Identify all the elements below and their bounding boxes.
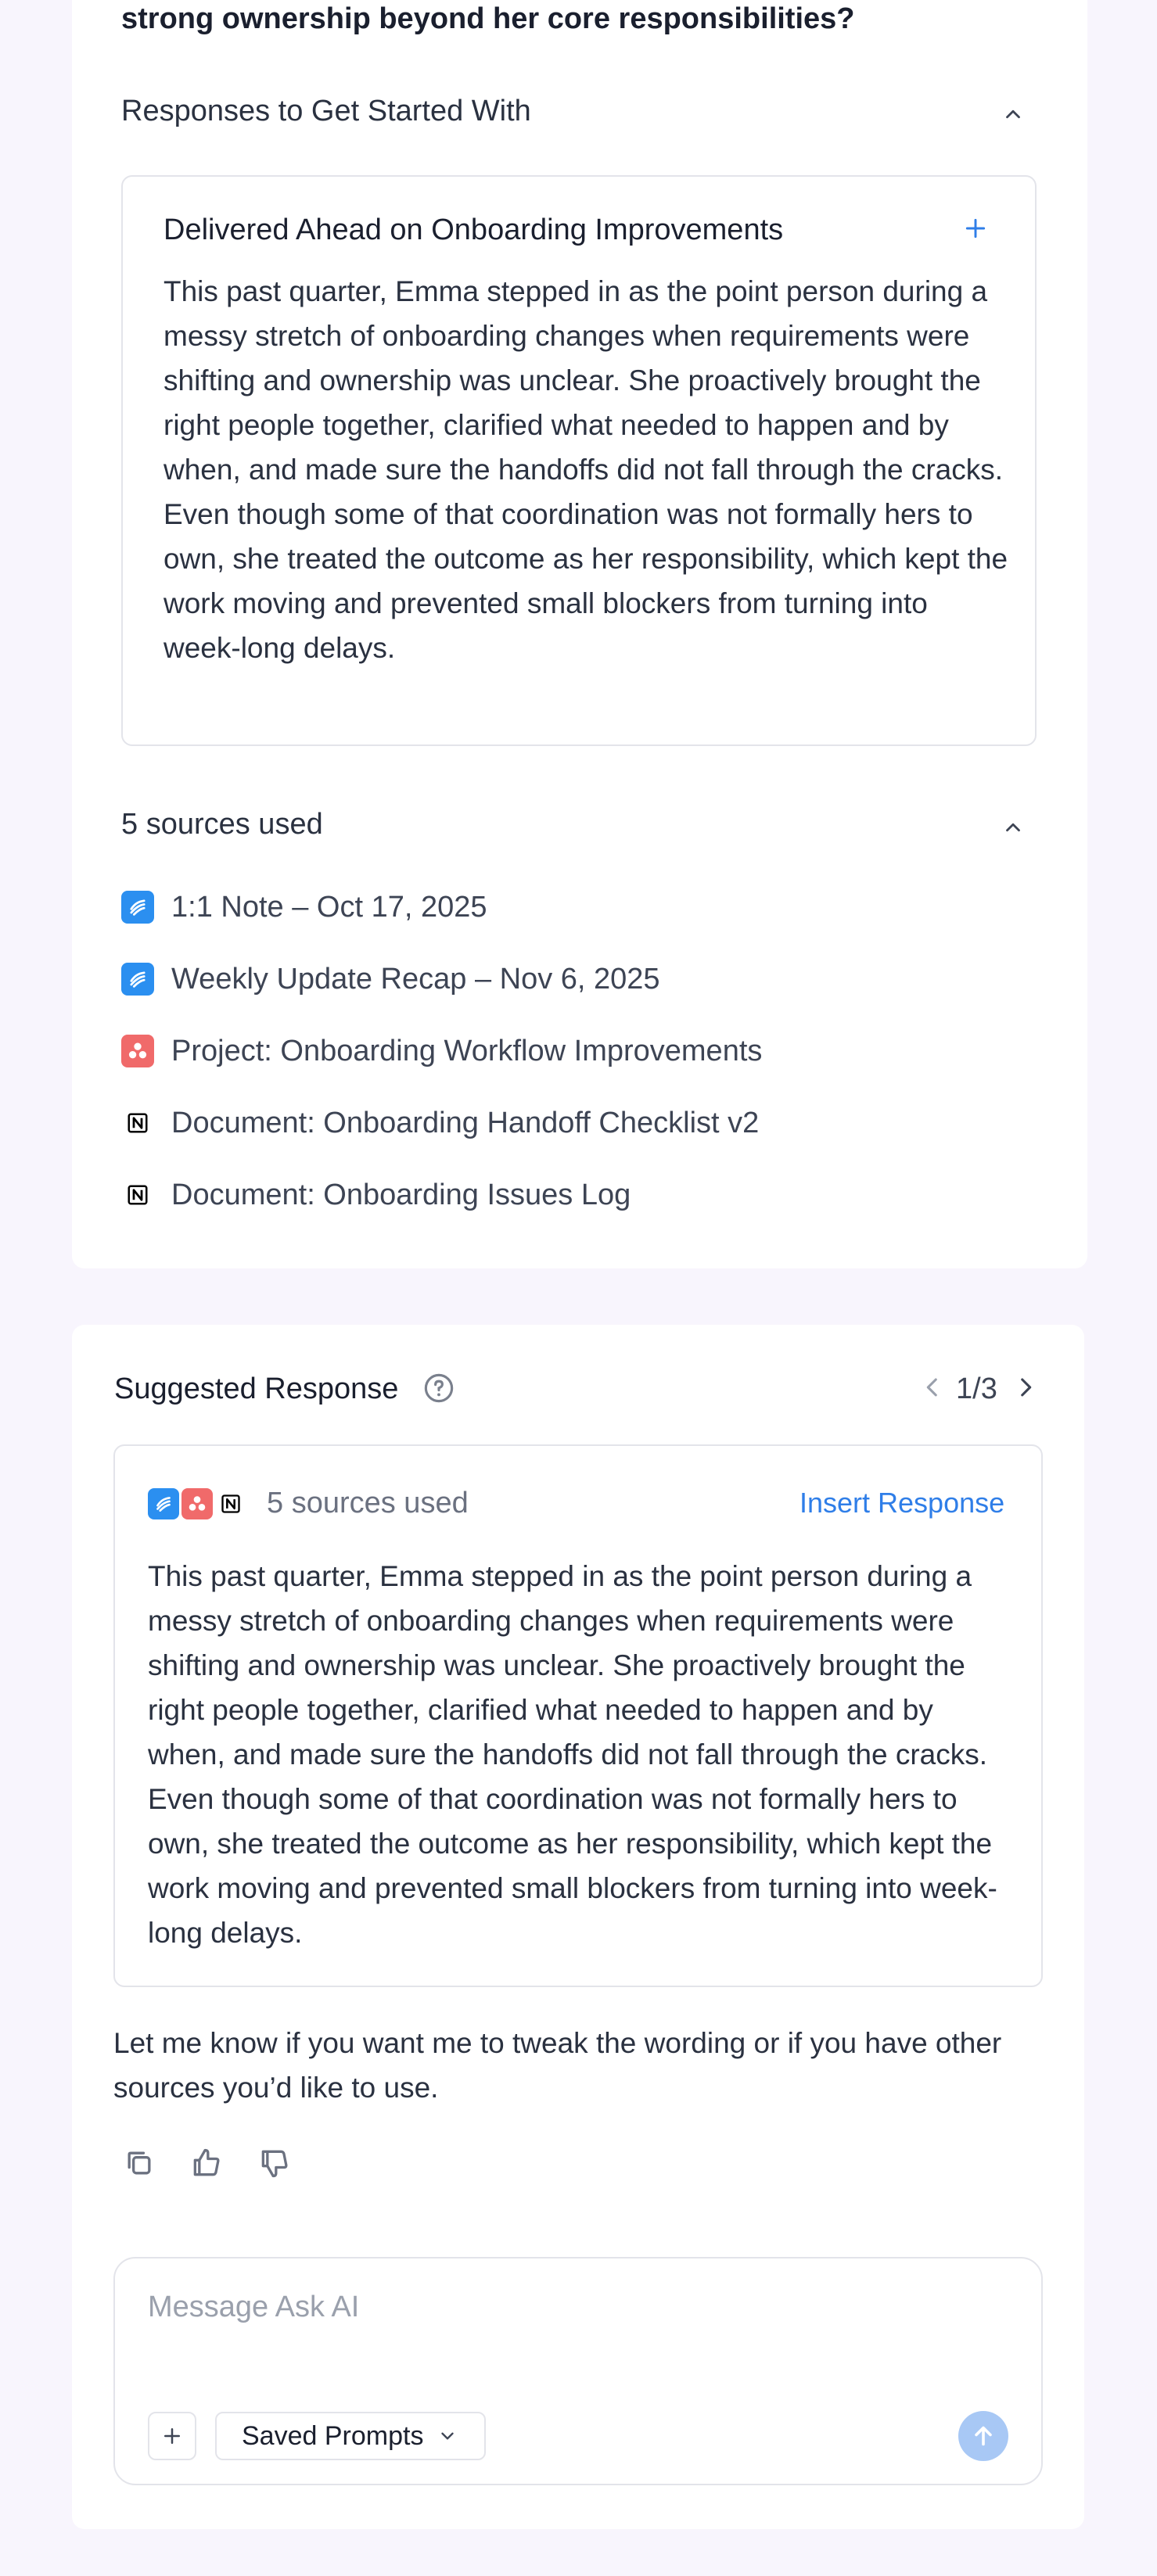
arrow-up-icon (975, 2426, 992, 2446)
chevron-up-icon[interactable] (1001, 816, 1025, 839)
source-label: Weekly Update Recap – Nov 6, 2025 (171, 962, 660, 996)
pager-indicator: 1/3 (956, 1372, 997, 1405)
lattice-icon (148, 1488, 179, 1519)
notion-icon (121, 1107, 154, 1139)
send-button[interactable] (958, 2411, 1008, 2461)
chevron-up-icon[interactable] (1001, 102, 1025, 126)
insert-response-button[interactable]: Insert Response (799, 1484, 1004, 1522)
source-label: Document: Onboarding Issues Log (171, 1178, 631, 1211)
lattice-icon (121, 891, 154, 924)
source-item[interactable]: Document: Onboarding Handoff Checklist v… (121, 1104, 759, 1142)
source-item[interactable]: Project: Onboarding Workflow Improvement… (121, 1032, 762, 1070)
message-input[interactable] (148, 2287, 930, 2327)
suggested-response-body: This past quarter, Emma stepped in as th… (148, 1560, 997, 1949)
followup-message: Let me know if you want me to tweak the … (113, 2027, 1002, 2104)
plus-icon (965, 218, 986, 239)
response-body: This past quarter, Emma stepped in as th… (163, 275, 1008, 664)
notion-icon (121, 1179, 154, 1211)
source-label: Document: Onboarding Handoff Checklist v… (171, 1106, 760, 1139)
lattice-icon (121, 963, 154, 996)
source-icons[interactable] (148, 1487, 249, 1521)
add-response-button[interactable] (958, 211, 993, 246)
saved-prompts-label: Saved Prompts (242, 2420, 424, 2451)
saved-prompts-dropdown[interactable]: Saved Prompts (215, 2412, 486, 2460)
attach-button[interactable] (148, 2412, 196, 2460)
chevron-right-icon[interactable] (1012, 1374, 1039, 1401)
source-label: Project: Onboarding Workflow Improvement… (171, 1034, 763, 1067)
source-label: 1:1 Note – Oct 17, 2025 (171, 890, 487, 924)
suggested-response-title: Suggested Response (114, 1372, 399, 1405)
plus-icon (164, 2428, 180, 2444)
chevron-left-icon[interactable] (919, 1374, 946, 1401)
response-title: Delivered Ahead on Onboarding Improvemen… (163, 213, 784, 246)
question-text: strong ownership beyond her core respons… (121, 2, 855, 35)
sources-count[interactable]: 5 sources used (267, 1484, 469, 1522)
chevron-down-icon (441, 2432, 455, 2440)
source-item[interactable]: Weekly Update Recap – Nov 6, 2025 (121, 960, 660, 998)
notion-icon (215, 1488, 246, 1519)
sources-section-title: 5 sources used (121, 808, 323, 841)
copy-icon[interactable] (122, 2146, 156, 2180)
asana-icon (181, 1488, 213, 1519)
source-item[interactable]: 1:1 Note – Oct 17, 2025 (121, 888, 487, 926)
thumbs-down-icon[interactable] (257, 2146, 292, 2180)
help-icon[interactable] (422, 1372, 455, 1405)
responses-section-title: Responses to Get Started With (121, 95, 531, 127)
source-item[interactable]: Document: Onboarding Issues Log (121, 1176, 631, 1214)
asana-icon (121, 1035, 154, 1067)
thumbs-up-icon[interactable] (189, 2146, 224, 2180)
